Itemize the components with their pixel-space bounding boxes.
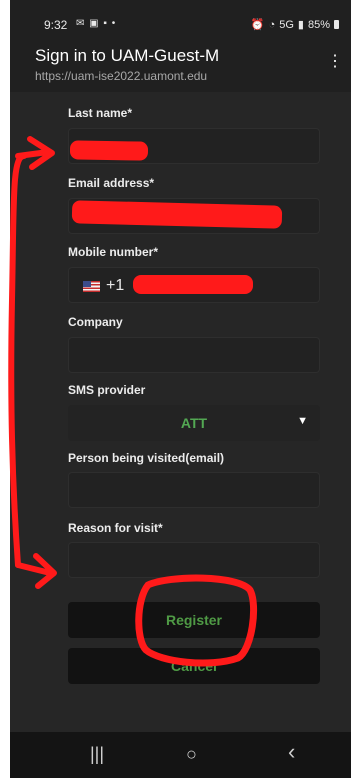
annotation-bracket-line [8, 153, 27, 568]
annotation-overlay [8, 136, 258, 667]
annotation-arrow-bottom [15, 553, 57, 589]
annotation-circle [135, 574, 258, 667]
annotation-arrow-top [15, 136, 55, 170]
